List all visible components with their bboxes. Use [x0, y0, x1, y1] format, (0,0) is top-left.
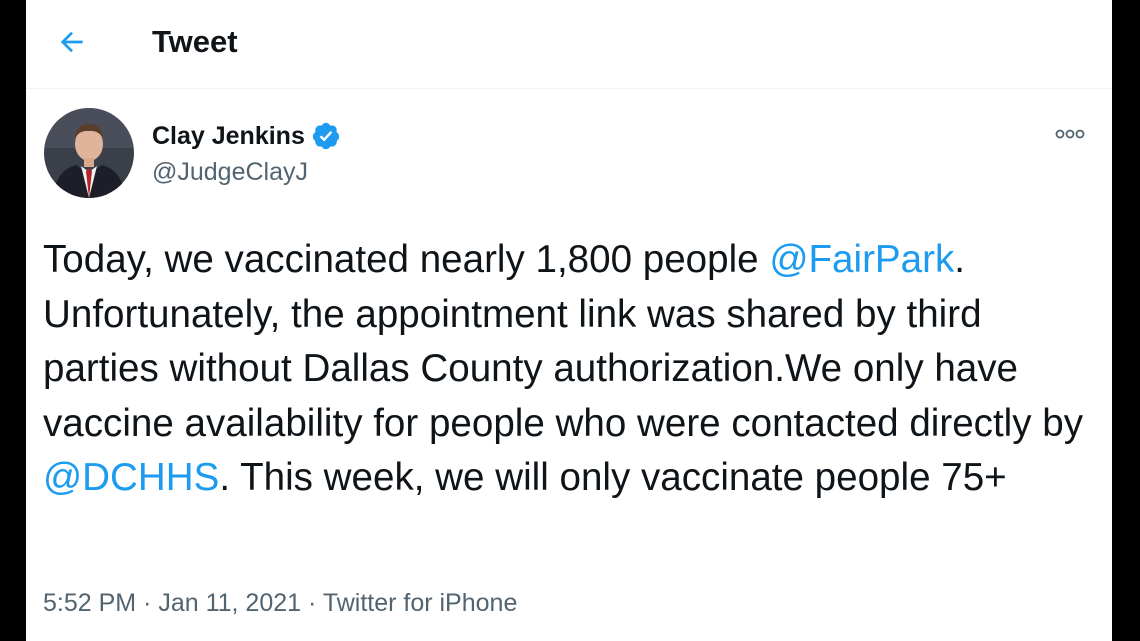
- avatar-photo: [44, 108, 134, 198]
- tweet-text: Today, we vaccinated nearly 1,800 people…: [43, 233, 1103, 506]
- more-options-icon: [1055, 129, 1085, 139]
- tweet-metadata: 5:52 PM · Jan 11, 2021 · Twitter for iPh…: [43, 586, 517, 620]
- tweet-time[interactable]: 5:52 PM: [43, 589, 136, 617]
- tweet-text-segment: . This week, we will only vaccinate peop…: [219, 456, 1007, 499]
- tweet-source[interactable]: Twitter for iPhone: [323, 589, 518, 617]
- tweet-detail-panel: Tweet Clay Jenkins @JudgeClayJ Today, we…: [26, 0, 1112, 641]
- author-handle[interactable]: @JudgeClayJ: [152, 155, 308, 189]
- avatar[interactable]: [44, 108, 134, 198]
- meta-separator: ·: [301, 589, 323, 617]
- mention-link-dchhs[interactable]: @DCHHS: [43, 456, 219, 499]
- arrow-left-icon: [60, 31, 83, 53]
- tweet-date[interactable]: Jan 11, 2021: [158, 589, 301, 617]
- more-options-button[interactable]: [1050, 120, 1090, 148]
- author-name-row: Clay Jenkins: [152, 118, 341, 154]
- page-title: Tweet: [152, 24, 238, 59]
- meta-separator: ·: [136, 589, 159, 617]
- verified-badge-icon: [311, 121, 341, 151]
- top-bar: Tweet: [26, 0, 1112, 89]
- author-name[interactable]: Clay Jenkins: [152, 118, 305, 154]
- back-button[interactable]: [52, 22, 92, 62]
- tweet-text-segment: Today, we vaccinated nearly 1,800 people: [43, 238, 770, 281]
- mention-link-fairpark[interactable]: @FairPark: [769, 238, 954, 281]
